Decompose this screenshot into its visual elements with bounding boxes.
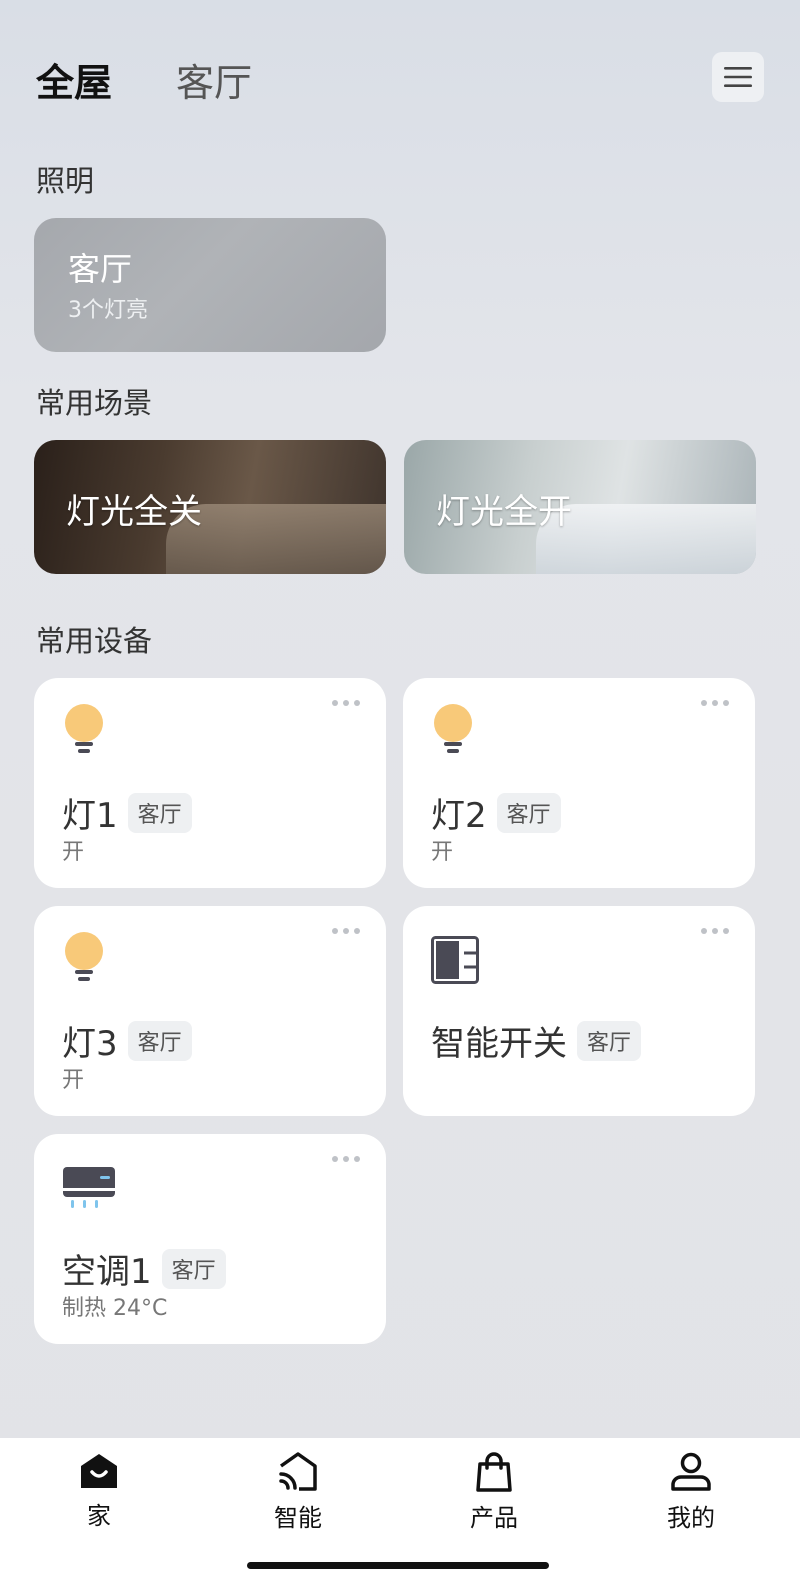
device-name: 空调1	[62, 1252, 152, 1292]
more-options-icon[interactable]	[332, 1156, 360, 1162]
room-tag: 客厅	[161, 1248, 226, 1289]
room-tag: 客厅	[496, 792, 561, 833]
more-options-icon[interactable]	[701, 928, 729, 934]
device-name-row: 空调1 客厅	[62, 1244, 226, 1293]
scene-label: 灯光全开	[436, 492, 572, 532]
smart-icon	[279, 1452, 317, 1491]
nav-home-label: 家	[87, 1502, 111, 1530]
device-name-row: 智能开关 客厅	[431, 1016, 642, 1065]
shopping-bag-icon	[476, 1452, 512, 1492]
device-card-ac-1[interactable]: 空调1 客厅 制热 24°C	[34, 1134, 386, 1344]
lighting-section-title: 照明	[36, 164, 95, 198]
room-tag: 客厅	[127, 792, 192, 833]
device-status: 开	[62, 1068, 85, 1093]
device-status: 开	[431, 840, 454, 865]
hamburger-icon	[724, 67, 752, 87]
devices-section-title: 常用设备	[36, 624, 153, 658]
device-card-light-3[interactable]: 灯3 客厅 开	[34, 906, 386, 1116]
room-tag: 客厅	[577, 1020, 642, 1061]
more-options-icon[interactable]	[701, 700, 729, 706]
nav-smart-label: 智能	[274, 1504, 322, 1532]
scene-lights-off[interactable]: 灯光全关	[34, 440, 386, 574]
device-card-light-1[interactable]: 灯1 客厅 开	[34, 678, 386, 888]
room-tag: 客厅	[127, 1020, 192, 1061]
nav-products-label: 产品	[470, 1504, 518, 1532]
device-status: 开	[62, 840, 85, 865]
nav-me[interactable]: 我的	[651, 1452, 731, 1533]
scene-label: 灯光全关	[66, 492, 202, 532]
device-name: 灯3	[62, 1024, 118, 1064]
bulb-icon	[434, 704, 472, 753]
air-conditioner-icon	[63, 1167, 115, 1208]
tab-whole-house[interactable]: 全屋	[36, 52, 112, 107]
device-name-row: 灯2 客厅	[431, 788, 561, 837]
tab-living-room[interactable]: 客厅	[176, 52, 252, 107]
device-name: 灯2	[431, 796, 487, 836]
nav-home[interactable]: 家	[59, 1452, 139, 1531]
switch-panel-icon	[431, 936, 479, 984]
device-card-smart-switch[interactable]: 智能开关 客厅	[403, 906, 755, 1116]
home-icon	[81, 1454, 117, 1488]
device-name-row: 灯3 客厅	[62, 1016, 192, 1065]
lighting-card-subtitle: 3个灯亮	[68, 298, 148, 323]
scene-lights-on[interactable]: 灯光全开	[404, 440, 756, 574]
scenes-section-title: 常用场景	[36, 386, 153, 420]
nav-products[interactable]: 产品	[454, 1452, 534, 1533]
bulb-icon	[65, 704, 103, 753]
nav-smart[interactable]: 智能	[258, 1452, 338, 1533]
person-icon	[671, 1452, 711, 1491]
bulb-icon	[65, 932, 103, 981]
menu-button[interactable]	[712, 52, 764, 102]
device-name: 灯1	[62, 796, 118, 836]
nav-me-label: 我的	[667, 1504, 715, 1532]
device-name: 智能开关	[431, 1024, 567, 1064]
more-options-icon[interactable]	[332, 700, 360, 706]
device-name-row: 灯1 客厅	[62, 788, 192, 837]
more-options-icon[interactable]	[332, 928, 360, 934]
lighting-room-card[interactable]: 客厅 3个灯亮	[34, 218, 386, 352]
device-status: 制热 24°C	[62, 1296, 168, 1321]
lighting-card-title: 客厅	[68, 250, 133, 288]
device-card-light-2[interactable]: 灯2 客厅 开	[403, 678, 755, 888]
room-tabs: 全屋 客厅	[36, 52, 252, 107]
home-indicator	[247, 1562, 549, 1569]
